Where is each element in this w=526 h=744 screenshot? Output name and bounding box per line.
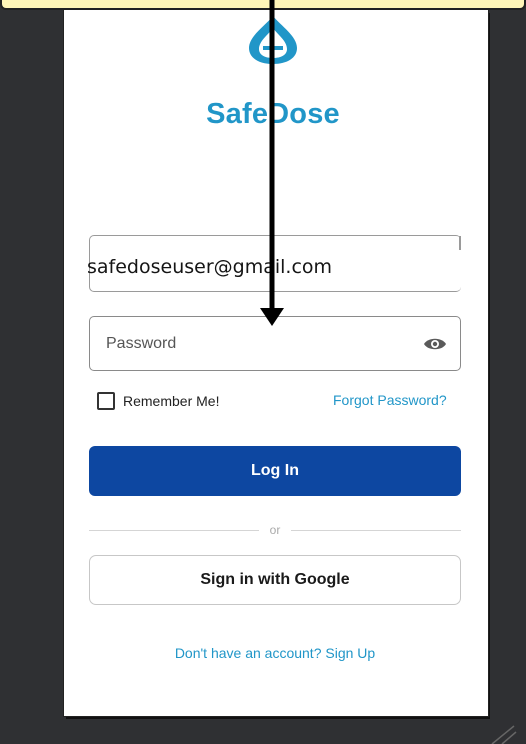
app-title: SafeDose [206,98,340,130]
email-field-border [459,236,461,250]
remember-me[interactable]: Remember Me! [97,392,219,410]
google-signin-button[interactable]: Sign in with Google [89,555,461,605]
password-placeholder: Password [106,335,177,352]
or-divider: or [89,523,461,537]
eye-icon[interactable] [423,335,447,353]
remember-label: Remember Me! [123,393,220,409]
email-value[interactable]: safedoseuser@gmail.com [87,256,332,278]
remember-checkbox[interactable] [97,392,115,410]
login-button[interactable]: Log In [89,446,461,496]
forgot-password-link[interactable]: Forgot Password? [333,392,447,408]
drop-plus-logo-icon [249,16,297,64]
password-field[interactable]: Password [89,316,461,371]
signup-link[interactable]: Don't have an account? Sign Up [0,645,526,661]
tooltip-edge [0,0,526,10]
divider-line-right [291,530,461,531]
resize-grip-icon[interactable] [488,724,518,744]
